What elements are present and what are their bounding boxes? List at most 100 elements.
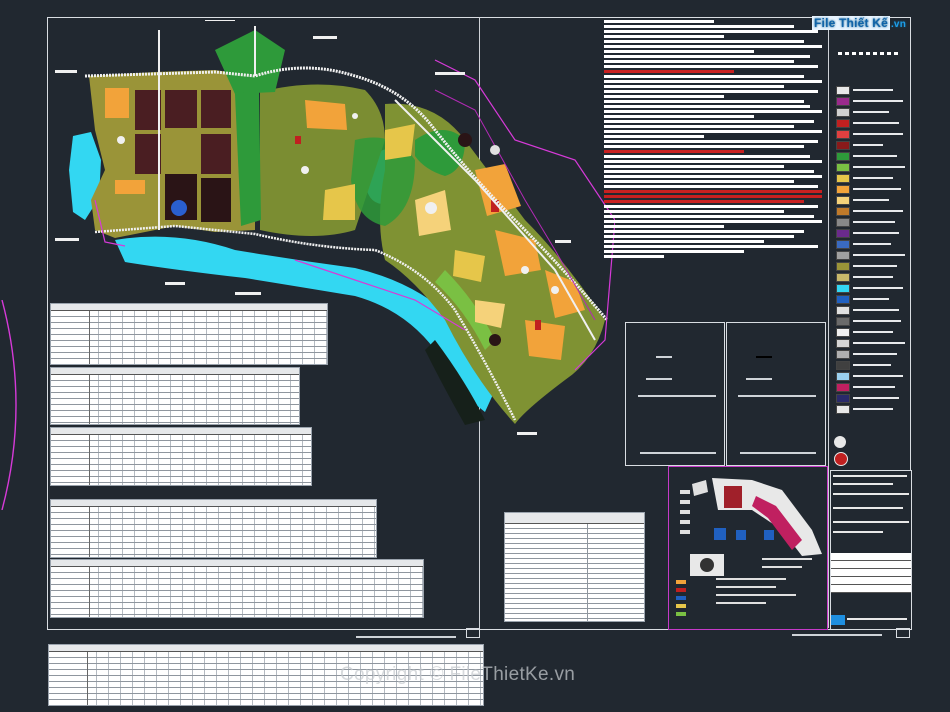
legend-label-line: [853, 111, 889, 113]
watermark: Copyright © FileThietKe.vn: [340, 664, 576, 685]
legend-label-line: [853, 177, 893, 179]
land-use-table-3: [50, 427, 312, 486]
legend-row: [836, 383, 908, 394]
legend-swatch: [836, 306, 850, 315]
legend-swatch: [836, 141, 850, 150]
admin-block-1: [135, 90, 161, 130]
admin-block-3: [201, 90, 231, 128]
red-plot-3: [295, 136, 301, 144]
legend-row: [836, 339, 908, 350]
legend-label-line: [853, 133, 903, 135]
res-8: [525, 320, 565, 360]
legend-swatch: [836, 339, 850, 348]
star-plaza: [171, 200, 187, 216]
land-balance-table: [504, 512, 645, 622]
legend-label-line: [853, 232, 899, 234]
res-2: [115, 180, 145, 194]
legend-swatch: [836, 229, 850, 238]
legend-swatch: [836, 251, 850, 260]
legend-swatch: [836, 152, 850, 161]
legend-swatch: [836, 273, 850, 282]
land-use-table-4: [50, 499, 377, 558]
res-10: [385, 124, 415, 160]
brand-logo: File Thiết Kế .vn: [812, 14, 906, 31]
section-box-2: [726, 322, 826, 466]
land-use-table-1: [50, 303, 328, 365]
legend-swatch: [836, 207, 850, 216]
scale-icon: [834, 452, 848, 466]
legend-label-line: [853, 221, 895, 223]
legend-swatch: [836, 394, 850, 403]
legend-swatch: [836, 405, 850, 414]
legend-label-line: [853, 408, 893, 410]
legend-row: [836, 130, 908, 141]
legend-label-line: [853, 397, 899, 399]
legend-row: [836, 86, 908, 97]
legend-row: [836, 262, 908, 273]
legend-row: [836, 273, 908, 284]
legend-swatch: [836, 97, 850, 106]
legend-row: [836, 152, 908, 163]
legend-row: [836, 97, 908, 108]
legend-row: [836, 306, 908, 317]
admin-block-4: [201, 134, 231, 174]
legend-label-line: [853, 320, 901, 322]
admin-block-2: [165, 90, 197, 128]
logo-text: File Thiết Kế: [812, 16, 890, 30]
legend-divider: [828, 17, 829, 628]
legend-row: [836, 251, 908, 262]
res-1: [105, 88, 129, 118]
pond-round: [167, 240, 191, 264]
legend-label-line: [853, 243, 891, 245]
legend-label-line: [853, 122, 899, 124]
legend-swatch: [836, 108, 850, 117]
legend-row: [836, 108, 908, 119]
legend-row: [836, 350, 908, 361]
legend-row: [836, 405, 908, 416]
legend-row: [836, 372, 908, 383]
legend-label-line: [853, 188, 901, 190]
legend-label-line: [853, 353, 897, 355]
legend-swatch: [836, 86, 850, 95]
notes-block: [604, 20, 826, 260]
legend-swatch: [836, 163, 850, 172]
legend-row: [836, 284, 908, 295]
legend-label-line: [853, 210, 903, 212]
legend-label-line: [853, 265, 897, 267]
legend-label-line: [853, 276, 893, 278]
legend-swatch: [836, 196, 850, 205]
legend-row: [836, 295, 908, 306]
left-boundary-arc: [1, 300, 17, 510]
legend-row: [836, 328, 908, 339]
legend-label-line: [853, 100, 903, 102]
legend-swatch: [836, 317, 850, 326]
land-use-table-2: [50, 367, 300, 425]
legend-row: [836, 163, 908, 174]
legend-label-line: [853, 166, 905, 168]
legend-swatch: [836, 130, 850, 139]
legend-row: [836, 174, 908, 185]
legend: [836, 86, 908, 416]
legend-row: [836, 229, 908, 240]
legend-row: [836, 196, 908, 207]
legend-row: [836, 361, 908, 372]
legend-row: [836, 207, 908, 218]
legend-row: [836, 119, 908, 130]
section-box-1: [625, 322, 725, 466]
legend-label-line: [853, 144, 883, 146]
legend-row: [836, 141, 908, 152]
legend-row: [836, 317, 908, 328]
legend-swatch: [836, 361, 850, 370]
legend-swatch: [836, 350, 850, 359]
legend-label-line: [853, 298, 889, 300]
legend-swatch: [836, 383, 850, 392]
legend-label-line: [853, 89, 893, 91]
key-plan-map: [676, 478, 822, 616]
legend-label-line: [853, 199, 889, 201]
logo-suffix: .vn: [890, 19, 907, 30]
legend-swatch: [836, 328, 850, 337]
res-3: [305, 100, 347, 130]
legend-label-line: [853, 309, 899, 311]
legend-row: [836, 218, 908, 229]
legend-label-line: [853, 342, 905, 344]
